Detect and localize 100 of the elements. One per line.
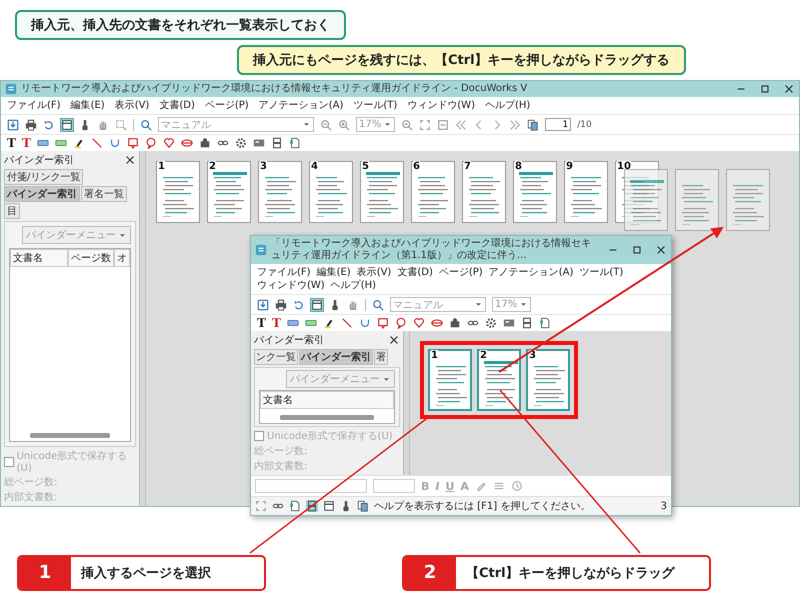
splitter-handle[interactable] <box>139 151 146 506</box>
menu-item[interactable]: アノテーション(A) <box>258 99 344 112</box>
menu-item[interactable]: ファイル(F) <box>257 266 311 279</box>
menu-item[interactable]: ウィンドウ(W) <box>257 279 325 292</box>
checkbox[interactable] <box>254 431 264 441</box>
page-thumbnail[interactable]: 2 <box>207 161 251 223</box>
heart-icon[interactable] <box>412 317 425 329</box>
hand-icon[interactable] <box>347 298 359 310</box>
close-icon[interactable] <box>655 244 667 256</box>
maximize-icon[interactable] <box>759 83 771 95</box>
menu-item[interactable]: ファイル(F) <box>7 99 61 112</box>
zoom-out-icon[interactable] <box>320 118 332 130</box>
column-header[interactable]: オ <box>114 249 130 267</box>
lips-icon[interactable] <box>180 137 193 149</box>
select-icon[interactable] <box>115 118 127 130</box>
page-field[interactable]: 1 <box>545 118 572 131</box>
rotate-icon[interactable] <box>43 118 55 130</box>
close-icon[interactable] <box>124 154 136 166</box>
text-tool[interactable]: T <box>257 317 266 329</box>
split-icon[interactable] <box>520 317 533 329</box>
copy-icon[interactable] <box>527 118 540 130</box>
page-thumbnail[interactable]: 1 <box>428 349 472 411</box>
rotate-icon[interactable] <box>293 298 305 310</box>
split-icon[interactable] <box>270 137 283 149</box>
panel-tab[interactable]: ンク一覧 <box>254 349 298 365</box>
column-header[interactable]: 文書名 <box>10 249 68 267</box>
menu-item[interactable]: ツール(T) <box>353 99 398 112</box>
panel-tab[interactable]: バインダー索引 <box>299 349 373 365</box>
document-icon[interactable] <box>288 137 301 149</box>
page-view-icon[interactable] <box>61 118 73 130</box>
menu-item[interactable]: ウィンドウ(W) <box>407 99 475 112</box>
menu-item[interactable]: ページ(P) <box>204 99 249 112</box>
close-icon[interactable] <box>388 334 400 346</box>
stamp-icon[interactable] <box>376 317 389 329</box>
hand-icon[interactable] <box>97 118 109 130</box>
line-icon[interactable] <box>90 137 103 149</box>
balloon-icon[interactable] <box>144 137 157 149</box>
gear-icon[interactable] <box>484 317 497 329</box>
page-thumbnail[interactable]: 8 <box>513 161 557 223</box>
text-tool[interactable]: T <box>22 137 31 149</box>
document-icon[interactable] <box>289 500 301 512</box>
curve-icon[interactable] <box>358 317 371 329</box>
menu-item[interactable]: 編集(E) <box>70 99 105 112</box>
lips-icon[interactable] <box>430 317 443 329</box>
panel-tab[interactable]: 目 <box>4 203 20 219</box>
text-tool[interactable]: T <box>7 137 16 149</box>
page-thumbnail[interactable]: 4 <box>309 161 353 223</box>
menu-item[interactable]: ヘルプ(H) <box>330 279 376 292</box>
highlighter-icon[interactable] <box>322 317 335 329</box>
page-thumbnail[interactable]: 1 <box>156 161 200 223</box>
menu-item[interactable]: アノテーション(A) <box>488 266 574 279</box>
menu-item[interactable]: ページ(P) <box>438 266 483 279</box>
heart-icon[interactable] <box>162 137 175 149</box>
scroll-bar[interactable] <box>280 415 374 420</box>
column-header[interactable]: ページ数 <box>68 249 114 267</box>
page-thumbnail[interactable]: 7 <box>462 161 506 223</box>
menu-item[interactable]: 編集(E) <box>316 266 351 279</box>
gear-icon[interactable] <box>234 137 247 149</box>
menu-item[interactable]: 表示(V) <box>356 266 392 279</box>
save-icon[interactable] <box>257 298 269 310</box>
line-icon[interactable] <box>340 317 353 329</box>
page-view-icon[interactable] <box>311 298 323 310</box>
document-icon[interactable] <box>538 317 551 329</box>
font-dropdown[interactable] <box>255 479 367 493</box>
panel-tab[interactable]: 署 <box>374 349 388 365</box>
page-thumbnail[interactable]: 2 <box>477 349 521 411</box>
panel-tab[interactable]: バインダー索引 <box>4 186 80 202</box>
fit-page-icon[interactable] <box>255 500 267 512</box>
print-icon[interactable] <box>275 298 287 310</box>
menu-item[interactable]: ツール(T) <box>579 266 624 279</box>
page-thumbnail[interactable]: 9 <box>564 161 608 223</box>
checkbox[interactable] <box>4 456 14 466</box>
splitter-handle[interactable] <box>403 331 410 475</box>
text-tool[interactable]: T <box>272 317 281 329</box>
stamp-icon[interactable] <box>126 137 139 149</box>
menu-item[interactable]: 文書(D) <box>159 99 195 112</box>
menu-item[interactable]: 表示(V) <box>114 99 150 112</box>
fit-page-icon[interactable] <box>419 118 432 130</box>
card-icon[interactable] <box>252 137 265 149</box>
menu-item[interactable]: 文書(D) <box>397 266 433 279</box>
page-view-icon[interactable] <box>323 500 335 512</box>
zoom-out-icon[interactable] <box>401 118 414 130</box>
search-icon[interactable] <box>372 298 384 310</box>
note-icon[interactable] <box>36 137 49 149</box>
close-icon[interactable] <box>783 83 795 95</box>
sticky-icon[interactable] <box>54 137 67 149</box>
note-icon[interactable] <box>286 317 299 329</box>
maximize-icon[interactable] <box>631 244 643 256</box>
sticky-icon[interactable] <box>304 317 317 329</box>
panel-tab[interactable]: 署名一覧 <box>81 186 127 202</box>
column-header[interactable]: 文書名 <box>260 391 394 409</box>
page-thumbnail[interactable]: 3 <box>258 161 302 223</box>
highlighter-icon[interactable] <box>72 137 85 149</box>
zoom-in-icon[interactable] <box>338 118 350 130</box>
card-icon[interactable] <box>502 317 515 329</box>
search-icon[interactable] <box>140 118 152 130</box>
drag-preview[interactable] <box>624 169 668 231</box>
balloon-icon[interactable] <box>394 317 407 329</box>
menu-item[interactable]: ヘルプ(H) <box>484 99 530 112</box>
print-icon[interactable] <box>25 118 37 130</box>
